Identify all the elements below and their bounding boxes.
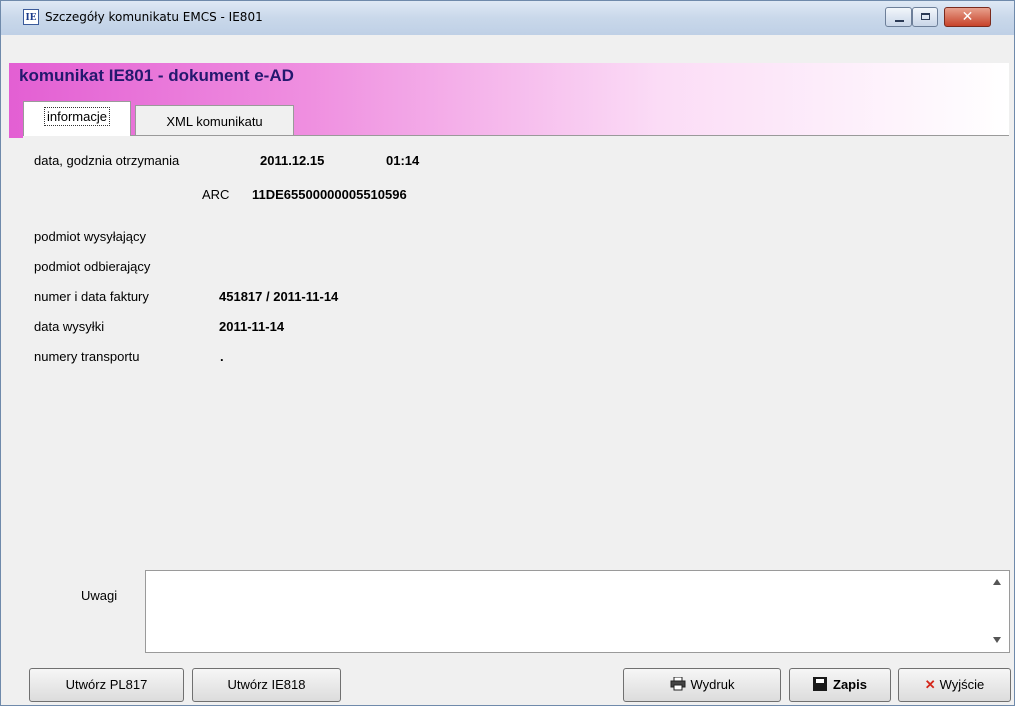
invoice-value: 451817 / 2011-11-14 <box>219 289 339 304</box>
minimize-icon <box>895 20 904 22</box>
save-button[interactable]: Zapis <box>789 668 891 702</box>
maximize-icon <box>921 13 930 20</box>
header-strip: komunikat IE801 - dokument e-AD <box>9 63 1009 90</box>
received-time: 01:14 <box>386 153 420 168</box>
ship-date-value: 2011-11-14 <box>219 319 285 334</box>
title-bar[interactable]: IE Szczegóły komunikatu EMCS - IE801 ✕ <box>1 1 1014 35</box>
exit-button[interactable]: ✕ Wyjście <box>898 668 1011 702</box>
tab-xml-label: XML komunikatu <box>166 114 263 129</box>
exit-label: Wyjście <box>939 677 985 692</box>
printer-icon <box>670 669 686 701</box>
create-ie818-button[interactable]: Utwórz IE818 <box>192 668 341 702</box>
arc-label: ARC <box>202 187 230 202</box>
scroll-down-icon[interactable] <box>993 637 1001 643</box>
ship-date-label: data wysyłki <box>34 319 105 334</box>
transport-value: . <box>220 349 224 364</box>
receiver-label: podmiot odbierający <box>34 259 151 274</box>
notes-textarea[interactable] <box>145 570 1010 653</box>
print-button[interactable]: Wydruk <box>623 668 781 702</box>
notes-label: Uwagi <box>81 588 118 603</box>
page-title: komunikat IE801 - dokument e-AD <box>19 66 294 85</box>
close-icon: ✕ <box>961 9 974 25</box>
close-window-button[interactable]: ✕ <box>944 7 991 27</box>
red-x-icon: ✕ <box>924 677 936 692</box>
print-label: Wydruk <box>690 677 735 692</box>
floppy-icon <box>813 677 828 691</box>
arc-value: 11DE65500000005510596 <box>252 187 407 202</box>
save-label: Zapis <box>833 677 867 692</box>
sender-label: podmiot wysyłający <box>34 229 146 244</box>
create-pl817-button[interactable]: Utwórz PL817 <box>29 668 184 702</box>
window-title: Szczegóły komunikatu EMCS - IE801 <box>45 10 263 24</box>
scroll-up-icon[interactable] <box>993 579 1001 585</box>
received-label: data, godznia otrzymania <box>34 153 180 168</box>
tab-informacje-label: informacje <box>44 107 110 126</box>
app-icon: IE <box>23 9 39 25</box>
transport-label: numery transportu <box>34 349 140 364</box>
invoice-label: numer i data faktury <box>34 289 149 304</box>
message-details-window: IE Szczegóły komunikatu EMCS - IE801 ✕ k… <box>0 0 1015 706</box>
tab-xml-komunikatu[interactable]: XML komunikatu <box>135 105 294 136</box>
maximize-button[interactable] <box>912 7 938 27</box>
received-date: 2011.12.15 <box>260 153 325 168</box>
notes-scrollbar[interactable] <box>986 571 1008 652</box>
minimize-button[interactable] <box>885 7 912 27</box>
tab-informacje[interactable]: informacje <box>23 101 131 136</box>
